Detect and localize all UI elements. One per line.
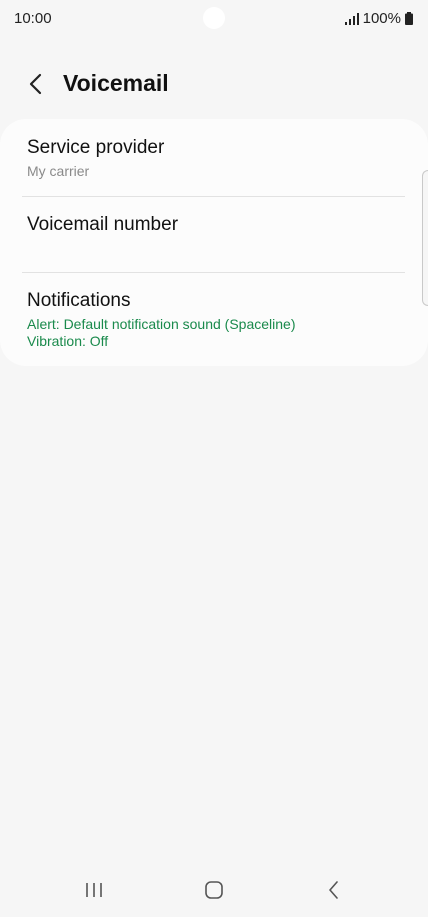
notifications-title: Notifications bbox=[27, 290, 131, 311]
service-provider-item[interactable]: Service provider My carrier bbox=[0, 136, 428, 180]
status-time: 10:00 bbox=[14, 10, 52, 27]
settings-card: Service provider My carrier Voicemail nu… bbox=[0, 119, 428, 366]
divider bbox=[22, 272, 405, 273]
notifications-alert: Alert: Default notification sound (Space… bbox=[27, 316, 296, 332]
signal-icon bbox=[344, 12, 359, 25]
navigation-bar bbox=[0, 868, 428, 912]
home-button[interactable] bbox=[194, 878, 234, 902]
service-provider-value: My carrier bbox=[27, 163, 90, 179]
recent-apps-button[interactable] bbox=[74, 878, 114, 902]
recent-apps-icon bbox=[86, 883, 102, 897]
battery-percent: 100% bbox=[362, 10, 401, 27]
nav-back-button[interactable] bbox=[314, 878, 354, 902]
status-bar: 10:00 100% bbox=[0, 0, 428, 38]
notifications-item[interactable]: Notifications Alert: Default notificatio… bbox=[0, 289, 428, 350]
scrollbar[interactable] bbox=[422, 170, 428, 306]
chevron-left-icon bbox=[29, 73, 42, 95]
service-provider-title: Service provider bbox=[27, 137, 165, 158]
home-icon bbox=[205, 881, 223, 899]
status-indicators: 100% bbox=[344, 10, 413, 27]
voicemail-settings-screen: 10:00 100% Voicemail Service provider My… bbox=[0, 0, 428, 917]
voicemail-number-item[interactable]: Voicemail number bbox=[0, 213, 428, 237]
page-title: Voicemail bbox=[63, 70, 169, 96]
battery-icon bbox=[405, 12, 413, 25]
back-icon bbox=[329, 881, 338, 899]
divider bbox=[22, 196, 405, 197]
camera-cutout bbox=[203, 7, 225, 29]
notifications-vibration: Vibration: Off bbox=[27, 333, 109, 349]
back-button[interactable] bbox=[20, 68, 52, 100]
voicemail-number-title: Voicemail number bbox=[27, 214, 179, 235]
app-header: Voicemail bbox=[0, 62, 428, 106]
